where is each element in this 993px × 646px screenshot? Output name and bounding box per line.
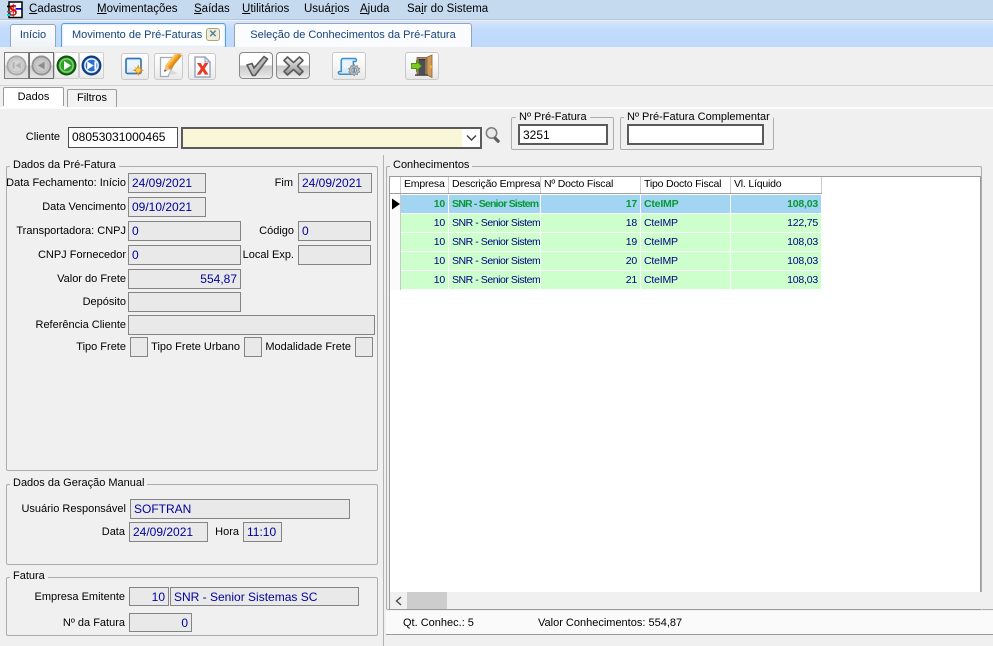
svg-text:$: $ [9, 2, 17, 19]
